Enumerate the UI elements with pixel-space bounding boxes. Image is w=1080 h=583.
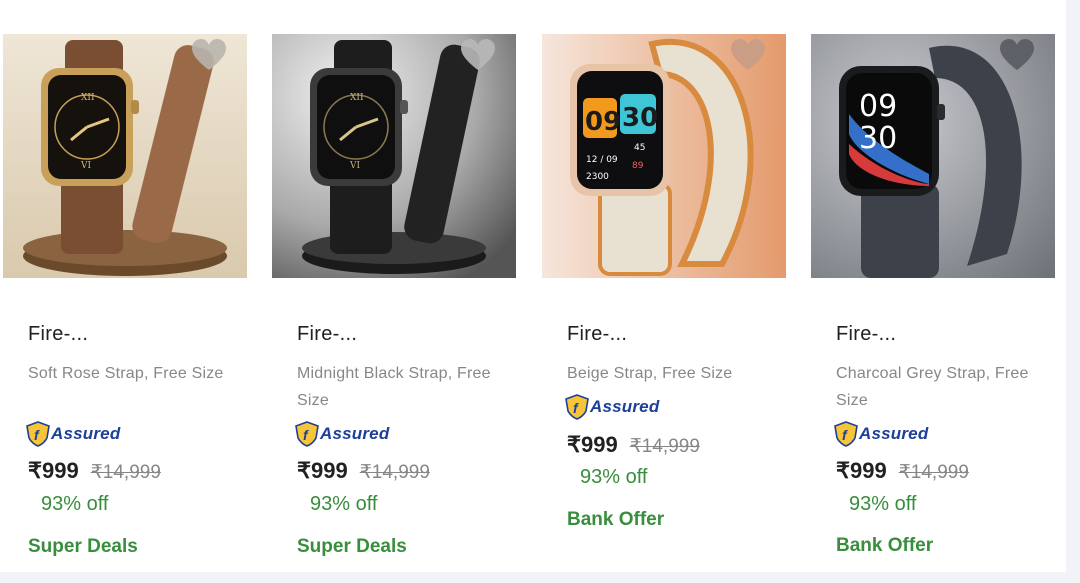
heart-icon[interactable] — [189, 36, 229, 76]
svg-text:XII: XII — [350, 93, 364, 103]
product-variant: Midnight Black Strap, Free Size — [297, 365, 491, 409]
assured-badge: f Assured — [26, 420, 120, 448]
assured-label: Assured — [590, 397, 660, 416]
offer-label: Bank Offer — [836, 535, 934, 556]
assured-badge: f Assured — [565, 393, 659, 421]
assured-badge: f Assured — [295, 420, 389, 448]
offer-label: Super Deals — [297, 536, 407, 557]
product-variant: Beige Strap, Free Size — [567, 365, 733, 382]
product-title[interactable]: Fire-... — [297, 323, 357, 346]
product-title[interactable]: Fire-... — [28, 323, 88, 346]
svg-text:XII: XII — [81, 93, 95, 103]
product-card[interactable]: XII VI Fire-... Soft Rose Strap, Free Si… — [0, 0, 247, 572]
price-row: ₹999 ₹14,999 — [28, 458, 161, 484]
original-price: ₹14,999 — [90, 462, 161, 483]
product-card[interactable]: 09 30 12 / 09 45 2300 89 Fire-... Beige … — [539, 0, 786, 572]
svg-text:12 / 09: 12 / 09 — [586, 155, 618, 165]
svg-text:VI: VI — [349, 161, 360, 171]
product-variant: Soft Rose Strap, Free Size — [28, 365, 224, 382]
price-row: ₹999 ₹14,999 — [297, 458, 430, 484]
product-image[interactable]: 09 30 12 / 09 45 2300 89 — [542, 34, 786, 278]
product-title[interactable]: Fire-... — [836, 323, 896, 346]
svg-text:45: 45 — [634, 143, 645, 153]
product-card[interactable]: 09 30 Fire-... Charcoal Grey Strap, Free… — [808, 0, 1055, 572]
product-card[interactable]: XII VI Fire-... Midnight Black Strap, Fr… — [269, 0, 516, 572]
product-image[interactable]: XII VI — [3, 34, 247, 278]
heart-icon[interactable] — [728, 36, 768, 76]
original-price: ₹14,999 — [898, 462, 969, 483]
svg-text:09: 09 — [585, 107, 621, 137]
price-row: ₹999 ₹14,999 — [567, 432, 700, 458]
heart-icon[interactable] — [458, 36, 498, 76]
svg-text:89: 89 — [632, 161, 644, 171]
svg-text:30: 30 — [859, 121, 897, 156]
svg-text:30: 30 — [622, 103, 658, 133]
page-gutter — [1066, 0, 1080, 583]
product-image[interactable]: XII VI — [272, 34, 516, 278]
svg-text:09: 09 — [859, 89, 897, 124]
original-price: ₹14,999 — [629, 436, 700, 457]
product-image[interactable]: 09 30 — [811, 34, 1055, 278]
offer-label: Bank Offer — [567, 509, 665, 530]
discount-label: 93% off — [41, 493, 109, 515]
assured-label: Assured — [859, 424, 929, 443]
heart-icon[interactable] — [997, 36, 1037, 76]
assured-shield-icon: f — [26, 421, 50, 447]
assured-shield-icon: f — [834, 421, 858, 447]
svg-text:2300: 2300 — [586, 172, 609, 182]
selling-price: ₹999 — [836, 458, 887, 483]
assured-shield-icon: f — [295, 421, 319, 447]
assured-label: Assured — [320, 424, 390, 443]
discount-label: 93% off — [310, 493, 378, 515]
original-price: ₹14,999 — [359, 462, 430, 483]
product-title[interactable]: Fire-... — [567, 323, 627, 346]
discount-label: 93% off — [849, 493, 917, 515]
price-row: ₹999 ₹14,999 — [836, 458, 969, 484]
assured-label: Assured — [51, 424, 121, 443]
page-gutter-bottom — [0, 572, 1080, 583]
discount-label: 93% off — [580, 466, 648, 488]
assured-shield-icon: f — [565, 394, 589, 420]
offer-label: Super Deals — [28, 536, 138, 557]
product-variant: Charcoal Grey Strap, Free Size — [836, 365, 1029, 409]
selling-price: ₹999 — [567, 432, 618, 457]
selling-price: ₹999 — [297, 458, 348, 483]
selling-price: ₹999 — [28, 458, 79, 483]
assured-badge: f Assured — [834, 420, 928, 448]
svg-text:VI: VI — [80, 161, 91, 171]
